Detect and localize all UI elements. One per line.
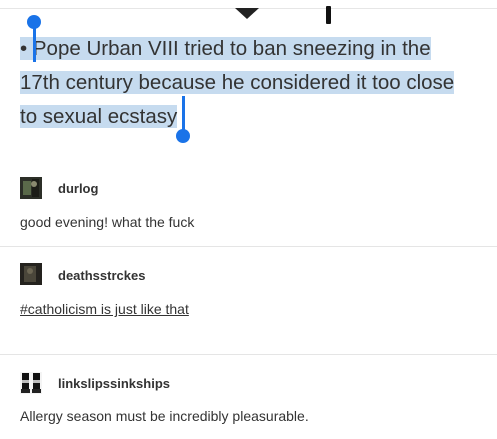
post-username[interactable]: deathsstrckes — [58, 268, 145, 283]
avatar[interactable] — [20, 372, 42, 394]
quote-line-2-text: 17th century because he considered it to… — [20, 71, 455, 94]
hashtag-link[interactable]: #catholicism is just like that — [20, 301, 189, 317]
selection-start-knob[interactable] — [27, 15, 41, 29]
post-text: good evening! what the fuck — [20, 214, 195, 230]
quote-line-2: 17th century because he considered it to… — [20, 67, 455, 99]
divider — [0, 354, 497, 355]
post-username[interactable]: durlog — [58, 181, 98, 196]
quote-line-3-text: to sexual ecstasy — [20, 105, 178, 128]
quote-line-1: • Pope Urban VIII tried to ban sneezing … — [20, 33, 431, 65]
post-text: Allergy season must be incredibly pleasu… — [20, 408, 309, 424]
selection-end-knob[interactable] — [176, 129, 190, 143]
selection-start-handle[interactable] — [33, 24, 36, 62]
post-username[interactable]: linkslipssinkships — [58, 376, 170, 391]
caret-down-icon[interactable] — [235, 8, 259, 19]
quote-line-1-text: • Pope Urban VIII tried to ban sneezing … — [20, 37, 431, 60]
text-cursor-icon — [326, 6, 331, 24]
avatar[interactable] — [20, 177, 42, 199]
quote-line-3: to sexual ecstasy — [20, 101, 178, 133]
avatar[interactable] — [20, 263, 42, 285]
divider — [0, 246, 497, 247]
selection-end-handle[interactable] — [182, 96, 185, 132]
